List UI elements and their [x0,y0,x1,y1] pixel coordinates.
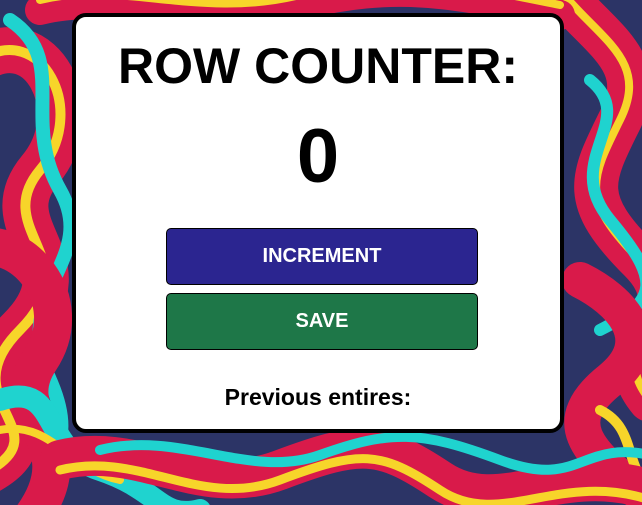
save-button[interactable]: SAVE [166,293,478,350]
increment-button[interactable]: INCREMENT [166,228,478,285]
page-title: ROW COUNTER: [118,38,518,94]
row-count-value: 0 [296,114,340,199]
previous-entries-heading: Previous entires: [224,384,412,410]
row-counter-card: ROW COUNTER: 0 INCREMENT SAVE Previous e… [72,13,564,433]
